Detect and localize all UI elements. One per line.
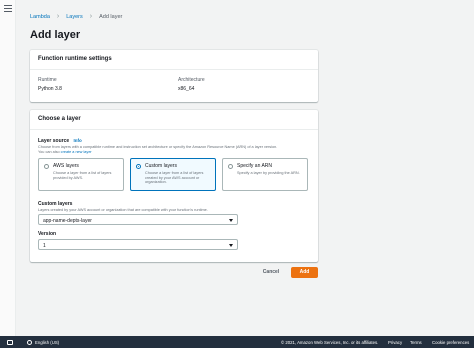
runtime-field: Runtime Python 3.8 — [38, 77, 62, 92]
chevron-right-icon: › — [89, 13, 93, 20]
option-title: Custom layers — [145, 163, 177, 169]
breadcrumb-layers[interactable]: Layers — [66, 14, 83, 20]
radio-aws-layers[interactable] — [44, 164, 49, 169]
version-value: 1 — [43, 242, 46, 249]
runtime-settings-panel: Function runtime settings Runtime Python… — [30, 50, 318, 102]
layer-source-description: Choose from layers with a compatible run… — [38, 145, 310, 155]
architecture-value: x86_64 — [178, 86, 195, 92]
architecture-label: Architecture — [178, 77, 205, 83]
runtime-label: Runtime — [38, 77, 57, 83]
panel-title: Function runtime settings — [30, 50, 318, 70]
option-title: AWS layers — [53, 163, 79, 169]
layer-source-text: Layer source — [38, 138, 70, 144]
radio-custom-layers[interactable] — [136, 164, 141, 169]
custom-layers-description: Layers created by your AWS account or or… — [38, 208, 208, 212]
footer: English (US) © 2021, Amazon Web Services… — [0, 336, 474, 348]
custom-layers-value: app-name-depts-layer — [43, 217, 92, 224]
chevron-right-icon: › — [56, 13, 60, 20]
menu-icon[interactable] — [4, 5, 12, 12]
info-link[interactable]: Info — [74, 138, 82, 143]
caret-down-icon — [229, 243, 233, 247]
option-specify-arn[interactable]: Specify an ARN Specify a layer by provid… — [222, 158, 308, 191]
version-label: Version — [38, 231, 57, 237]
feedback-icon[interactable] — [7, 339, 13, 345]
cancel-button[interactable]: Cancel — [258, 267, 284, 278]
architecture-field: Architecture x86_64 — [178, 77, 205, 92]
layer-source-label: Layer source Info — [38, 138, 82, 144]
option-description: Specify a layer by providing the ARN. — [237, 171, 300, 175]
side-navigation — [0, 0, 16, 336]
layer-source-desc-text: Choose from layers with a compatible run… — [38, 145, 278, 149]
option-description: Choose a layer from a list of layers cre… — [145, 171, 204, 185]
option-title: Specify an ARN — [237, 163, 273, 169]
language-selector[interactable]: English (US) — [35, 340, 59, 345]
cookie-preferences-link[interactable]: Cookie preferences — [432, 340, 469, 345]
create-layer-link[interactable]: create a new layer — [61, 150, 92, 154]
choose-layer-panel: Choose a layer Layer source Info Choose … — [30, 110, 318, 262]
option-custom-layers[interactable]: Custom layers Choose a layer from a list… — [130, 158, 216, 191]
panel-title: Choose a layer — [30, 110, 318, 130]
copyright-text: © 2021, Amazon Web Services, Inc. or its… — [281, 339, 379, 345]
terms-link[interactable]: Terms — [410, 340, 422, 345]
layer-source-desc-text2: You can also — [38, 150, 60, 154]
breadcrumb: Lambda › Layers › Add layer — [30, 13, 122, 20]
breadcrumb-add-layer: Add layer — [99, 13, 123, 20]
custom-layers-label: Custom layers — [38, 201, 73, 207]
runtime-value: Python 3.8 — [38, 86, 62, 92]
add-button[interactable]: Add — [291, 267, 318, 278]
caret-down-icon — [229, 218, 233, 222]
option-aws-layers[interactable]: AWS layers Choose a layer from a list of… — [38, 158, 124, 191]
radio-specify-arn[interactable] — [228, 164, 233, 169]
privacy-link[interactable]: Privacy — [388, 340, 402, 345]
page-title: Add layer — [30, 29, 81, 41]
option-description: Choose a layer from a list of layers pro… — [53, 171, 112, 180]
breadcrumb-lambda[interactable]: Lambda — [30, 14, 50, 20]
custom-layers-select[interactable]: app-name-depts-layer — [38, 214, 238, 225]
version-select[interactable]: 1 — [38, 239, 238, 250]
globe-icon — [27, 339, 32, 345]
